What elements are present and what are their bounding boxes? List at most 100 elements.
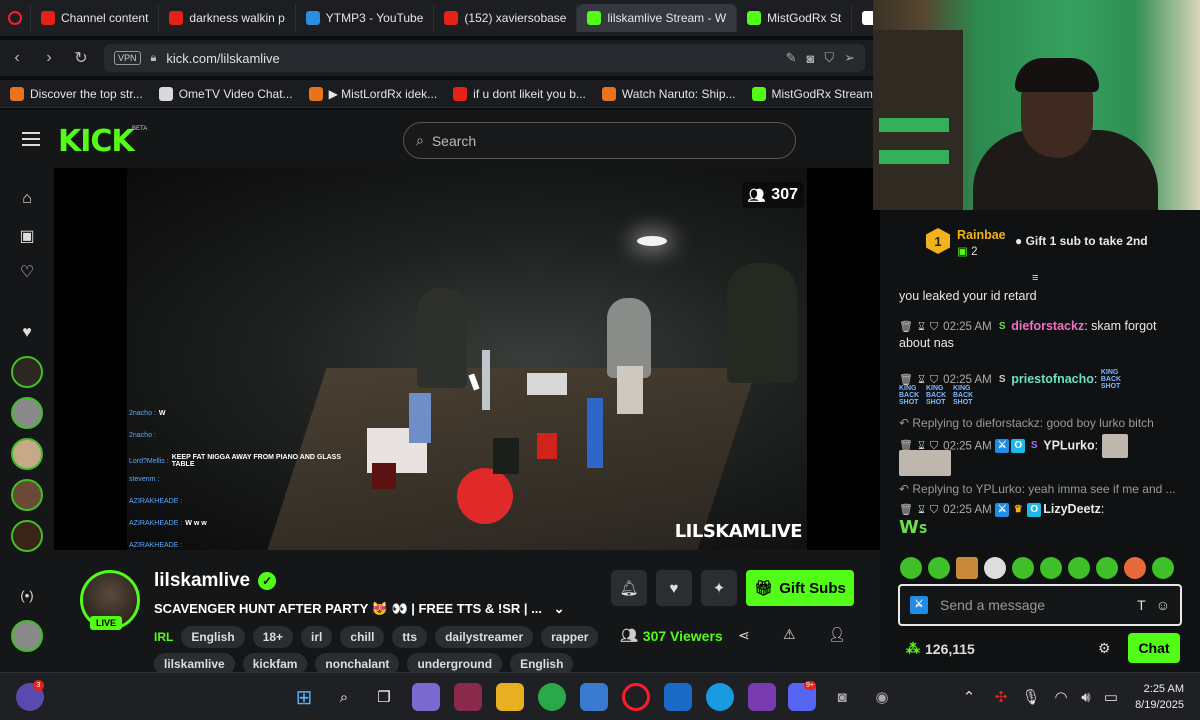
gift-subs-button[interactable]: 🎁︎ Gift Subs	[746, 570, 854, 606]
followed-channel-avatar[interactable]	[11, 620, 43, 652]
search-input[interactable]: ⌕ Search	[403, 122, 796, 159]
camera-icon[interactable]: ◙	[806, 51, 814, 66]
pin-handle-icon[interactable]: ≡	[1032, 272, 1046, 284]
delete-icon[interactable]: 🗑︎	[899, 374, 913, 386]
leader-name[interactable]: Rainbae	[957, 228, 1006, 242]
timeout-icon[interactable]: ⌛︎	[918, 504, 925, 516]
chat-send-button[interactable]: Chat	[1128, 633, 1180, 663]
bookmark-item[interactable]: MistGodRx Stream -...	[751, 86, 873, 101]
stream-tag[interactable]: 18+	[252, 626, 294, 648]
emote-button[interactable]	[1068, 557, 1090, 579]
emote-button[interactable]	[1012, 557, 1034, 579]
shield-icon[interactable]: ⛉	[930, 374, 938, 386]
opera-menu-button[interactable]	[0, 4, 31, 32]
windows-start-icon[interactable]: ⊞	[290, 683, 318, 711]
share-icon[interactable]: ⋖	[738, 627, 750, 644]
shield-icon[interactable]: ⛉	[930, 504, 938, 516]
stream-tag[interactable]: rapper	[541, 626, 599, 648]
browser-tab[interactable]: lilskamlive Stream - W	[577, 4, 738, 32]
home-icon[interactable]: ⌂	[17, 190, 37, 210]
delete-icon[interactable]: 🗑︎	[899, 504, 913, 516]
battery-icon[interactable]: ▭	[1100, 683, 1122, 711]
emote-button[interactable]	[1040, 557, 1062, 579]
followed-channel-avatar[interactable]	[11, 356, 43, 388]
hamburger-menu-icon[interactable]	[22, 132, 40, 146]
emote-button[interactable]	[1152, 557, 1174, 579]
browser-tab[interactable]: Channel content	[31, 4, 160, 32]
category-link[interactable]: IRL	[154, 630, 173, 644]
followed-channel-avatar[interactable]	[11, 438, 43, 470]
followed-channel-avatar[interactable]	[11, 520, 43, 552]
browser-tab[interactable]: (152) xaviersobase	[434, 4, 578, 32]
chrome-icon[interactable]	[538, 683, 566, 711]
emoji-icon[interactable]: ☺	[1156, 597, 1170, 613]
browser-tab[interactable]: YTMP3 - YouTube	[296, 4, 435, 32]
store-icon[interactable]	[580, 683, 608, 711]
emote-button[interactable]	[1124, 557, 1146, 579]
followed-channel-avatar[interactable]	[11, 479, 43, 511]
browser-tab[interactable]: darkness walkin p	[159, 4, 296, 32]
copilot-icon[interactable]	[412, 683, 440, 711]
report-icon[interactable]: ⚠	[783, 626, 796, 643]
reply-context[interactable]: ↶ Replying to YPLurko: yeah imma see if …	[899, 482, 1176, 496]
shield-icon[interactable]: ⛉	[930, 321, 938, 333]
url-field[interactable]: VPN 🔒︎ kick.com/lilskamlive ✎ ◙ ⛉ ➢	[104, 44, 865, 72]
volume-icon[interactable]: 🔊︎	[1075, 683, 1097, 711]
gift-sub-prompt[interactable]: ● Gift 1 sub to take 2nd	[1015, 234, 1148, 248]
timeout-icon[interactable]: ⌛︎	[918, 374, 925, 386]
clip-button[interactable]: ✦	[701, 570, 737, 606]
edit-icon[interactable]: ✎	[786, 50, 797, 66]
bookmark-item[interactable]: Discover the top str...	[10, 86, 143, 101]
wifi-icon[interactable]: ◠	[1050, 683, 1072, 711]
stream-tag[interactable]: tts	[392, 626, 428, 648]
vpn-badge[interactable]: VPN	[114, 51, 141, 65]
emote-button[interactable]	[900, 557, 922, 579]
camera-app-icon[interactable]: ◙	[828, 683, 856, 711]
obs-icon[interactable]: ◉	[868, 683, 896, 711]
message-input[interactable]: ⚔ Send a message T ☺	[898, 584, 1182, 626]
stream-tag[interactable]: irl	[301, 626, 333, 648]
delete-icon[interactable]: 🗑︎	[899, 321, 913, 333]
timeout-icon[interactable]: ⌛︎	[918, 321, 925, 333]
channel-points[interactable]: ⁂ 126,115	[906, 640, 975, 657]
shield-icon[interactable]: ⛉	[824, 50, 834, 66]
stream-tag[interactable]: English	[181, 626, 245, 648]
add-friend-icon[interactable]: 👤︎	[828, 626, 846, 643]
system-clock[interactable]: 2:25 AM 8/19/2025	[1135, 681, 1184, 713]
app-icon[interactable]	[454, 683, 482, 711]
stream-tag[interactable]: chill	[340, 626, 385, 648]
bookmark-item[interactable]: if u dont likeit you b...	[453, 86, 586, 101]
reload-button[interactable]: ↻	[72, 48, 90, 68]
stream-video-frame[interactable]: 2nacho : W 2nacho : Lord?Mellis : KEEP FAT N…	[127, 168, 807, 550]
emote-button[interactable]	[956, 557, 978, 579]
channel-name[interactable]: lilskamlive	[154, 570, 250, 592]
emote-button[interactable]	[1096, 557, 1118, 579]
following-icon[interactable]: ♡	[17, 262, 37, 282]
task-view-icon[interactable]: ❐	[370, 683, 398, 711]
bookmark-item[interactable]: ▶ MistLordRx idek...	[308, 86, 437, 101]
kick-logo[interactable]: KICK	[58, 124, 135, 159]
follow-button[interactable]: ♥	[656, 570, 692, 606]
microphone-icon[interactable]: 🎙︎	[1020, 683, 1042, 711]
video-player[interactable]: 2nacho : W 2nacho : Lord?Mellis : KEEP FAT N…	[54, 168, 880, 550]
settings-gear-icon[interactable]: ⚙	[1098, 640, 1111, 657]
browse-icon[interactable]: ▣	[17, 226, 37, 246]
favorites-icon[interactable]: ♥	[17, 324, 37, 344]
translate-icon[interactable]: T	[1137, 597, 1146, 613]
edge-icon[interactable]	[706, 683, 734, 711]
search-icon[interactable]: ⌕	[330, 683, 358, 711]
outlook-icon[interactable]	[664, 683, 692, 711]
bookmark-item[interactable]: OmeTV Video Chat...	[158, 86, 293, 101]
followed-channel-avatar[interactable]	[11, 397, 43, 429]
forward-button[interactable]: ›	[40, 49, 58, 67]
emote-button[interactable]	[928, 557, 950, 579]
bookmark-item[interactable]: Watch Naruto: Ship...	[601, 86, 736, 101]
notification-bell-button[interactable]: 🔔︎	[611, 570, 647, 606]
browser-tab[interactable]: The best ChatB	[852, 4, 873, 32]
send-icon[interactable]: ➢	[844, 50, 855, 66]
browser-tab[interactable]: MistGodRx St	[737, 4, 853, 32]
reply-context[interactable]: ↶ Replying to dieforstackz: good boy lur…	[899, 416, 1154, 430]
emote-button[interactable]	[984, 557, 1006, 579]
chevron-down-icon[interactable]: ⌄	[554, 601, 565, 616]
opera-icon[interactable]	[622, 683, 650, 711]
